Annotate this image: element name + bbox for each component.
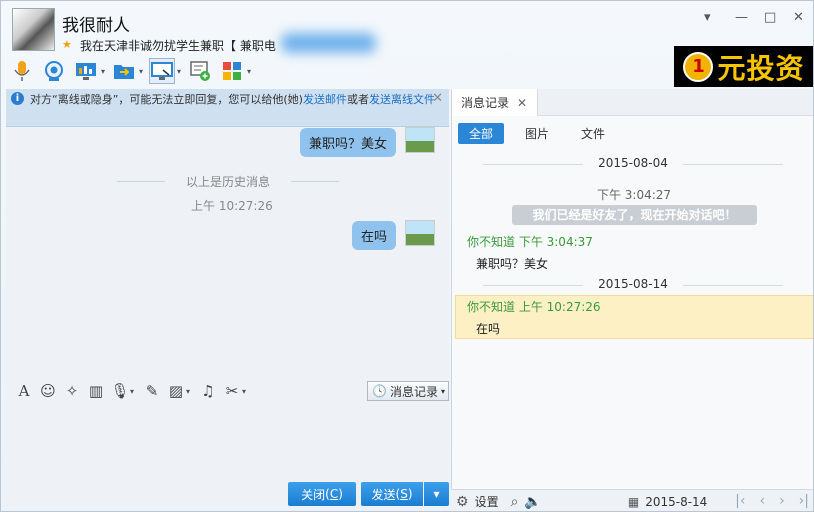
apps-dropdown-icon[interactable]: ▾ bbox=[247, 67, 251, 76]
chevron-down-icon: ▾ bbox=[440, 386, 445, 396]
voice-message-icon[interactable]: 🎙 bbox=[110, 382, 130, 400]
message-time: 上午 10:27:26 bbox=[191, 199, 273, 213]
emoji-icon[interactable]: ☺ bbox=[38, 382, 58, 400]
record-date[interactable]: 2015-8-14 bbox=[645, 495, 707, 509]
maximize-icon[interactable]: □ bbox=[764, 10, 776, 25]
avatar[interactable] bbox=[12, 8, 55, 51]
blurred-region bbox=[281, 33, 376, 53]
image-icon[interactable]: ▨ bbox=[166, 382, 186, 400]
close-button-label: 关闭 bbox=[301, 487, 326, 502]
screen-share-icon[interactable] bbox=[149, 58, 176, 84]
remote-dropdown-icon[interactable]: ▾ bbox=[101, 67, 105, 76]
prev-page-icon[interactable]: ‹ bbox=[759, 493, 765, 509]
message-input[interactable] bbox=[6, 405, 449, 479]
tab-bar bbox=[538, 89, 813, 116]
shake-icon[interactable]: ✧ bbox=[62, 382, 82, 400]
record-filter-tabs: 全部 图片 文件 bbox=[458, 123, 616, 144]
info-icon: i bbox=[11, 92, 24, 105]
close-button[interactable]: 关闭(C) bbox=[288, 482, 356, 506]
main-toolbar: ▾ ▾ ▾ ▾ bbox=[9, 56, 251, 86]
minimize-icon[interactable]: — bbox=[735, 10, 748, 25]
send-file-icon[interactable] bbox=[111, 58, 137, 84]
video-call-icon[interactable] bbox=[41, 58, 67, 84]
apps-icon[interactable] bbox=[219, 58, 245, 84]
send-button[interactable]: 发送(S) bbox=[361, 482, 423, 506]
last-page-icon[interactable]: ›| bbox=[799, 493, 809, 509]
record-bottom-bar: ⚙ 设置 ⌕ 🔈 ▦ 2015-8-14 |‹ ‹ › ›| bbox=[451, 489, 813, 511]
send-offline-file-link[interactable]: 发送离线文件 bbox=[369, 93, 435, 106]
tab-label: 消息记录 bbox=[461, 96, 510, 110]
music-icon[interactable]: ♫ bbox=[198, 382, 218, 400]
ad-banner[interactable]: 1 元投资 bbox=[674, 46, 813, 87]
filter-files[interactable]: 文件 bbox=[570, 123, 616, 144]
close-icon[interactable]: ✕ bbox=[793, 10, 804, 25]
contact-name: 我很耐人 bbox=[62, 16, 130, 36]
image-dropdown-icon[interactable]: ▾ bbox=[186, 387, 190, 396]
ad-number: 1 bbox=[683, 51, 714, 82]
history-button-label: 消息记录 bbox=[389, 384, 438, 399]
close-notice-icon[interactable]: ✕ bbox=[432, 91, 443, 107]
close-shortcut: C bbox=[329, 487, 339, 501]
voice-dropdown-icon[interactable]: ▾ bbox=[130, 387, 134, 396]
avatar[interactable] bbox=[405, 127, 435, 153]
offline-notice: i 对方“离线或隐身”，可能无法立即回复，您可以给他(她)发送邮件或者发送离线文… bbox=[6, 89, 449, 127]
search-icon[interactable]: ⌕ bbox=[511, 494, 519, 510]
record-panel: 消息记录 ✕ 全部 图片 文件 2015-08-04 下午 3:04:27 我们… bbox=[451, 89, 813, 511]
first-page-icon[interactable]: |‹ bbox=[735, 493, 745, 509]
close-tab-icon[interactable]: ✕ bbox=[517, 96, 527, 110]
menu-dropdown-icon[interactable]: ▾ bbox=[704, 10, 711, 25]
date-divider: 2015-08-04 bbox=[458, 156, 808, 170]
message-history-button[interactable]: 🕓 消息记录 ▾ bbox=[367, 381, 449, 401]
send-shortcut: S bbox=[400, 487, 408, 501]
screenshot-dropdown-icon[interactable]: ▾ bbox=[242, 387, 246, 396]
voice-call-icon[interactable] bbox=[9, 58, 35, 84]
file-dropdown-icon[interactable]: ▾ bbox=[139, 67, 143, 76]
star-icon: ★ bbox=[62, 38, 72, 51]
group-chat-icon[interactable] bbox=[187, 58, 213, 84]
tab-message-record[interactable]: 消息记录 ✕ bbox=[452, 89, 538, 116]
record-sender: 你不知道 上午 10:27:26 bbox=[467, 300, 601, 314]
filter-images[interactable]: 图片 bbox=[514, 123, 560, 144]
screenshot-icon[interactable]: ✂ bbox=[222, 382, 242, 400]
gif-icon[interactable]: ▥ bbox=[86, 382, 106, 400]
system-time: 下午 3:04:27 bbox=[596, 188, 672, 202]
send-options-dropdown[interactable]: ▾ bbox=[424, 482, 449, 506]
settings-label[interactable]: 设置 bbox=[475, 493, 499, 510]
send-button-label: 发送 bbox=[371, 487, 396, 502]
gear-icon[interactable]: ⚙ bbox=[456, 494, 469, 510]
notice-or: 或者 bbox=[346, 93, 369, 106]
record-sender: 你不知道 下午 3:04:37 bbox=[467, 235, 593, 249]
filter-all[interactable]: 全部 bbox=[458, 123, 505, 144]
clock-icon: 🕓 bbox=[372, 384, 387, 398]
history-divider: 以上是历史消息 bbox=[117, 173, 339, 190]
chat-window: 我很耐人 ★ 我在天津非诚勿扰学生兼职【 兼职电 ▾ — □ ✕ ▾ ▾ ▾ ▾ bbox=[0, 0, 814, 512]
system-message: 我们已经是好友了，现在开始对话吧！ bbox=[512, 205, 757, 225]
calendar-icon[interactable]: ▦ bbox=[628, 495, 639, 509]
screen-dropdown-icon[interactable]: ▾ bbox=[177, 67, 181, 76]
contact-signature: 我在天津非诚勿扰学生兼职【 兼职电 bbox=[80, 39, 276, 53]
date-divider: 2015-08-14 bbox=[458, 277, 808, 291]
ad-text: 元投资 bbox=[717, 51, 805, 85]
record-message: 兼职吗？美女 bbox=[476, 257, 549, 271]
next-page-icon[interactable]: › bbox=[779, 493, 785, 509]
avatar[interactable] bbox=[405, 220, 435, 246]
edit-icon[interactable]: ✎ bbox=[142, 382, 162, 400]
notice-text: 对方“离线或隐身”，可能无法立即回复，您可以给他(她) bbox=[30, 93, 303, 106]
speaker-icon[interactable]: 🔈 bbox=[524, 494, 541, 510]
record-navigation: |‹ ‹ › ›| bbox=[735, 493, 809, 509]
message-bubble: 在吗 bbox=[352, 221, 397, 250]
message-bubble: 兼职吗？美女 bbox=[300, 128, 397, 157]
record-message: 在吗 bbox=[476, 322, 501, 336]
remote-desktop-icon[interactable] bbox=[73, 58, 99, 84]
send-email-link[interactable]: 发送邮件 bbox=[303, 93, 347, 106]
font-icon[interactable]: A bbox=[14, 382, 34, 400]
